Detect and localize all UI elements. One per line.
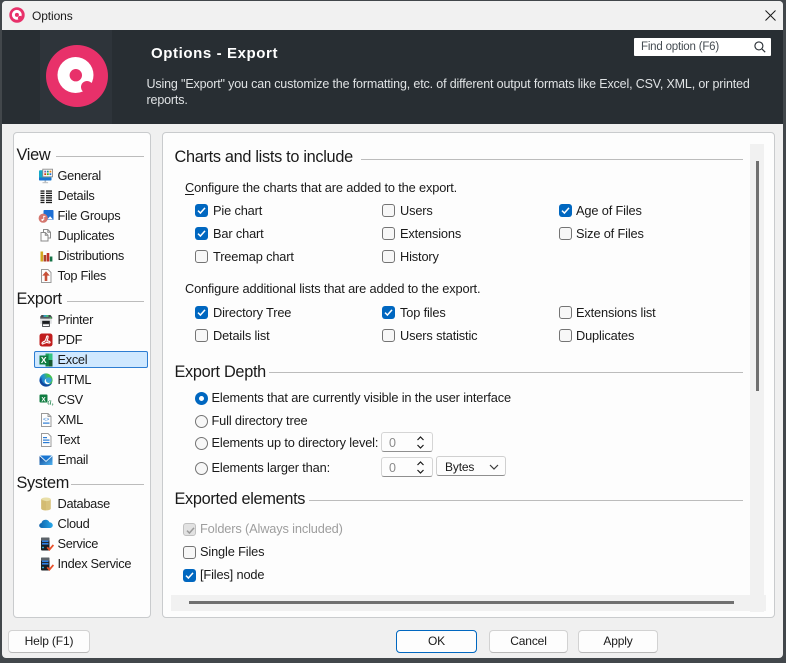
svg-text:a,: a, — [47, 397, 53, 407]
svg-text:X: X — [41, 355, 47, 365]
svg-text:<>: <> — [43, 417, 49, 423]
svg-text:X: X — [41, 396, 46, 403]
